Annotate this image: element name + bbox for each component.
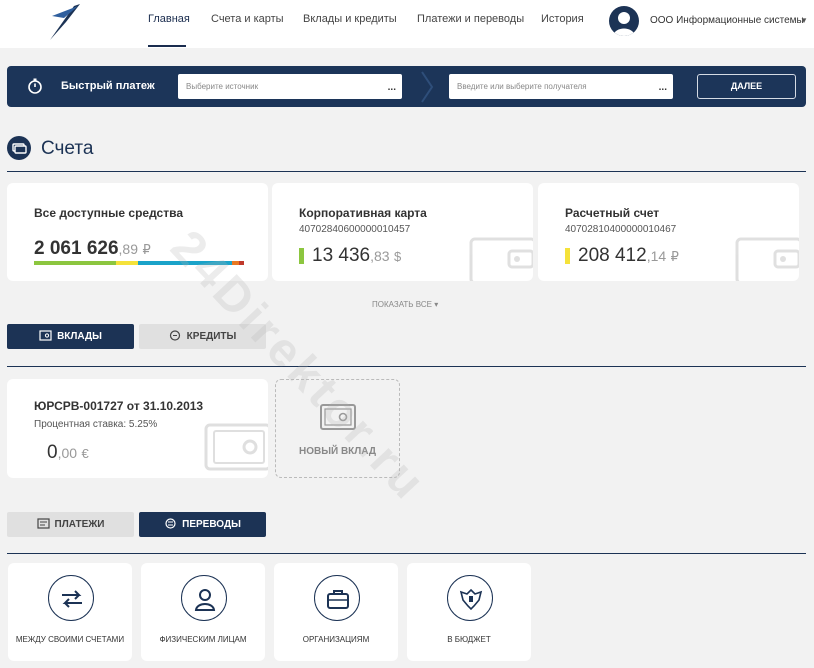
coat-of-arms-icon	[459, 588, 483, 611]
account-number: 40702810400000010467	[565, 224, 677, 235]
deposit-title: ЮРСРВ-001727 от 31.10.2013	[34, 399, 204, 413]
more-dots-icon[interactable]: ...	[659, 83, 667, 93]
total-amount: 2 061 626,89 ₽	[34, 238, 151, 259]
stopwatch-icon	[28, 78, 42, 94]
org-name[interactable]: ООО Информационные системы	[650, 15, 804, 26]
top-bar: Главная Счета и карты Вклады и кредиты П…	[0, 0, 814, 48]
tab-deposits[interactable]: ВКЛАДЫ	[7, 324, 134, 349]
deposit-rate: Процентная ставка: 5.25%	[34, 419, 158, 430]
safe-icon	[39, 330, 52, 341]
more-dots-icon[interactable]: ...	[388, 83, 396, 93]
corporate-card[interactable]: Корпоративная карта 40702840600000010457…	[272, 183, 533, 281]
transfer-to-individuals[interactable]: ФИЗИЧЕСКИМ ЛИЦАМ	[141, 563, 265, 661]
user-silhouette-icon	[613, 12, 635, 36]
tab-deposits-label: ВКЛАДЫ	[57, 331, 102, 342]
tile-label: В БЮДЖЕТ	[447, 635, 491, 644]
safe-icon	[204, 423, 268, 471]
nav-payments-transfers[interactable]: Платежи и переводы	[417, 13, 524, 25]
card-title: Расчетный счет	[565, 206, 660, 220]
nav-active-indicator	[148, 45, 186, 47]
tab-credits[interactable]: КРЕДИТЫ	[139, 324, 266, 349]
new-deposit-button[interactable]: НОВЫЙ ВКЛАД	[275, 379, 400, 478]
cash-icon	[12, 143, 27, 154]
avatar[interactable]	[609, 6, 639, 36]
tab-credits-label: КРЕДИТЫ	[186, 331, 237, 342]
divider	[7, 366, 806, 367]
credit-coins-icon	[169, 330, 180, 341]
nav-home[interactable]: Главная	[148, 13, 190, 25]
accounts-section-icon	[7, 136, 31, 160]
show-all-link[interactable]: ПОКАЗАТЬ ВСЕ ▾	[372, 300, 438, 309]
transfer-icon-circle	[447, 575, 493, 621]
tile-label: ФИЗИЧЕСКИМ ЛИЦАМ	[159, 635, 247, 644]
card-amount: 208 412,14 ₽	[578, 245, 679, 266]
chevron-right-icon	[421, 71, 434, 103]
status-indicator	[565, 248, 570, 264]
card-title: Корпоративная карта	[299, 206, 427, 220]
tab-payments-label: ПЛАТЕЖИ	[54, 519, 105, 530]
recipient-placeholder: Введите или выберите получателя	[457, 82, 587, 91]
exchange-arrows-icon	[62, 590, 82, 608]
status-indicator	[299, 248, 304, 264]
tab-payments[interactable]: ПЛАТЕЖИ	[7, 512, 134, 537]
recipient-input[interactable]: Введите или выберите получателя ...	[449, 74, 673, 99]
settlement-account-card[interactable]: Расчетный счет 40702810400000010467 208 …	[538, 183, 799, 281]
tab-transfers[interactable]: ПЕРЕВОДЫ	[139, 512, 266, 537]
deposit-amount: 0,00 €	[47, 442, 89, 463]
transfer-icon-circle	[181, 575, 227, 621]
nav-accounts-cards[interactable]: Счета и карты	[211, 13, 284, 25]
wallet-icon	[735, 237, 799, 281]
briefcase-icon	[327, 590, 349, 609]
transfer-between-own-accounts[interactable]: МЕЖДУ СВОИМИ СЧЕТАМИ	[8, 563, 132, 661]
nav-deposits-credits[interactable]: Вклады и кредиты	[303, 13, 397, 25]
new-deposit-label: НОВЫЙ ВКЛАД	[298, 446, 377, 457]
quick-payment-bar: Быстрый платеж Выберите источник ... Вве…	[7, 66, 806, 107]
tab-transfers-label: ПЕРЕВОДЫ	[182, 519, 241, 530]
transfer-to-budget[interactable]: В БЮДЖЕТ	[407, 563, 531, 661]
transfer-to-organizations[interactable]: ОРГАНИЗАЦИЯМ	[274, 563, 398, 661]
person-icon	[194, 589, 216, 611]
chevron-down-icon[interactable]: ▼	[800, 16, 808, 25]
transfer-icon	[165, 518, 176, 529]
transfer-icon-circle	[48, 575, 94, 621]
safe-icon	[320, 404, 356, 430]
next-button[interactable]: ДАЛЕЕ	[697, 74, 796, 99]
nav-history[interactable]: История	[541, 13, 584, 25]
total-funds-card[interactable]: Все доступные средства 2 061 626,89 ₽	[7, 183, 268, 281]
account-number: 40702840600000010457	[299, 224, 411, 235]
bank-logo-icon[interactable]	[44, 2, 84, 42]
accounts-section-title: Счета	[41, 138, 94, 159]
source-select[interactable]: Выберите источник ...	[178, 74, 402, 99]
quick-payment-title: Быстрый платеж	[61, 80, 155, 92]
divider	[7, 171, 806, 172]
deposit-card[interactable]: ЮРСРВ-001727 от 31.10.2013 Процентная ст…	[7, 379, 268, 478]
tile-label: МЕЖДУ СВОИМИ СЧЕТАМИ	[15, 635, 125, 644]
wallet-icon	[469, 237, 533, 281]
source-placeholder: Выберите источник	[186, 82, 259, 91]
transfer-icon-circle	[314, 575, 360, 621]
document-icon	[36, 518, 50, 529]
tile-label: ОРГАНИЗАЦИЯМ	[302, 635, 370, 644]
divider	[7, 553, 806, 554]
funds-distribution-bar	[34, 261, 244, 265]
card-title: Все доступные средства	[34, 206, 183, 220]
card-amount: 13 436,83 $	[312, 245, 402, 266]
